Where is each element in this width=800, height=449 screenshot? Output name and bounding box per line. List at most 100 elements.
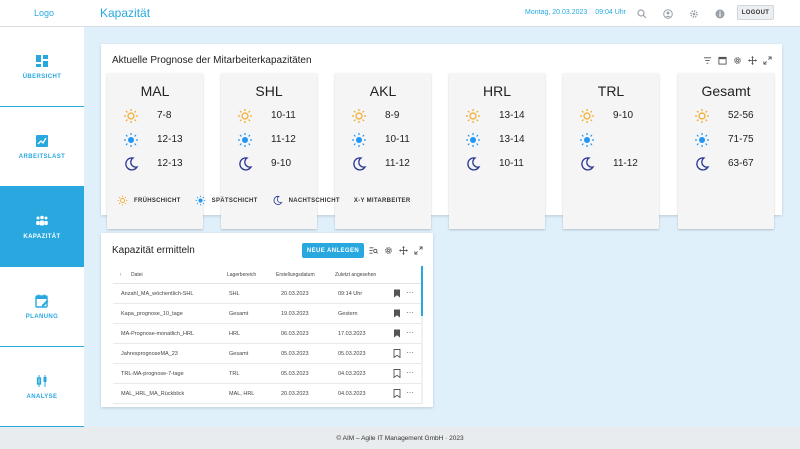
forecast-card: Aktuelle Prognose der Mitarbeiterkapazit… <box>101 44 782 229</box>
bookmark-filled-icon[interactable] <box>393 329 401 338</box>
sun-filled-icon <box>579 132 595 148</box>
sidebar-item-label: ANALYSE <box>26 393 58 400</box>
settings-icon[interactable] <box>383 245 393 255</box>
sidebar-item-label: KAPAZITÄT <box>23 233 61 240</box>
expand-icon[interactable] <box>762 55 772 65</box>
forecast-row-early: 8-9 <box>335 108 431 124</box>
search-icon[interactable] <box>636 8 647 19</box>
account-icon[interactable] <box>662 8 673 19</box>
bookmark-icon[interactable] <box>393 349 401 359</box>
candlestick-icon <box>36 374 47 387</box>
area-cell: MAL, HRL <box>229 391 255 397</box>
moon-icon <box>465 156 481 172</box>
moon-icon <box>123 156 139 172</box>
table-scrollbar-thumb[interactable] <box>421 266 423 316</box>
sun-icon <box>123 108 139 124</box>
bookmark-icon[interactable] <box>393 369 401 379</box>
viewed-cell: 17.03.2023 <box>338 331 366 337</box>
search-list-icon[interactable] <box>368 245 378 255</box>
created-cell: 20.03.2023 <box>281 291 309 297</box>
legend-night-label: NACHTSCHICHT <box>288 197 340 204</box>
more-options-icon[interactable]: ··· <box>406 348 414 357</box>
table-row[interactable]: Anzahl_MA_wöchentlich-SHL SHL 20.03.2023 09… <box>113 284 421 304</box>
column-header-viewed[interactable]: Zuletzt angesehen <box>335 272 376 278</box>
more-options-icon[interactable]: ··· <box>406 328 414 337</box>
settings-icon[interactable] <box>732 55 742 65</box>
sidebar-item-analyse[interactable]: ANALYSE <box>0 347 84 427</box>
file-cell: JahresprognoseMA_23 <box>121 351 178 357</box>
area-cell: TRL <box>229 371 240 377</box>
forecast-value: 10-11 <box>385 134 410 145</box>
calendar-icon[interactable] <box>717 55 727 65</box>
calendar-edit-icon <box>35 294 49 308</box>
legend-staff-label: X-Y MITARBEITER <box>353 197 411 204</box>
sort-arrow-icon[interactable]: ↑ <box>119 272 122 278</box>
logout-button[interactable]: LOGOUT <box>737 5 774 20</box>
move-icon[interactable] <box>398 245 408 255</box>
sidebar: ÜBERSICHT ARBEITSLAST KAPAZITÄT PLANUNG … <box>0 27 84 427</box>
logo[interactable]: Logo <box>34 8 54 18</box>
forecast-toolbar <box>702 55 772 65</box>
table-row[interactable]: TRL-MA-prognose-7-tage TRL 05.03.2023 04.03… <box>113 364 421 384</box>
forecast-row-late: 12-13 <box>107 132 203 148</box>
created-cell: 05.03.2023 <box>281 371 309 377</box>
viewed-cell: 04.03.2023 <box>338 391 366 397</box>
legend-night: NACHTSCHICHT <box>272 195 340 206</box>
sidebar-item-planung[interactable]: PLANUNG <box>0 267 84 347</box>
sun-filled-icon <box>694 132 710 148</box>
created-cell: 19.03.2023 <box>281 311 309 317</box>
sun-icon <box>579 108 595 124</box>
bookmark-filled-icon[interactable] <box>393 309 401 318</box>
column-header-area[interactable]: Lagerbereich <box>227 272 256 278</box>
forecast-value: 13-14 <box>499 110 525 121</box>
moon-icon <box>579 156 595 172</box>
forecast-value: 9-10 <box>613 110 634 121</box>
forecast-row-early: 13-14 <box>449 108 545 124</box>
more-options-icon[interactable]: ··· <box>406 288 414 297</box>
viewed-cell: Gestern <box>338 311 358 317</box>
more-options-icon[interactable]: ··· <box>406 368 414 377</box>
table-row[interactable]: JahresprognoseMA_23 Gesamt 05.03.2023 05.03… <box>113 344 421 364</box>
forecast-row-early: 52-56 <box>678 108 774 124</box>
forecast-column: TRL 9-10 11-12 <box>563 73 659 229</box>
moon-icon <box>694 156 710 172</box>
created-cell: 05.03.2023 <box>281 351 309 357</box>
forecast-row-night: 10-11 <box>449 156 545 172</box>
column-header-file[interactable]: Datei <box>131 272 143 278</box>
forecast-value: 7-8 <box>157 110 172 121</box>
filter-icon[interactable] <box>702 55 712 65</box>
app-header: Logo Kapazität Montag, 20.03.2023 09:04 … <box>0 0 800 27</box>
info-icon[interactable] <box>714 8 725 19</box>
bookmark-icon[interactable] <box>393 389 401 399</box>
bookmark-filled-icon[interactable] <box>393 289 401 298</box>
sidebar-item-kapazitaet[interactable]: KAPAZITÄT <box>0 187 84 267</box>
page-title: Kapazität <box>100 6 151 20</box>
more-options-icon[interactable]: ··· <box>406 308 414 317</box>
forecast-value: 11-12 <box>385 158 410 169</box>
table-row[interactable]: Kapa_prognose_10_tage Gesamt 19.03.2023 Ges… <box>113 304 421 324</box>
table-row[interactable]: MA-Prognose-monatlich_HRL HRL 06.03.2023 17… <box>113 324 421 344</box>
sidebar-item-arbeitslast[interactable]: ARBEITSLAST <box>0 107 84 187</box>
file-cell: Anzahl_MA_wöchentlich-SHL <box>121 291 194 297</box>
date-time: Montag, 20.03.2023 09:04 Uhr <box>525 9 632 16</box>
moon-icon <box>273 195 283 205</box>
viewed-cell: 04.03.2023 <box>338 371 366 377</box>
legend-early-label: FRÜHSCHICHT <box>134 197 181 204</box>
table-row[interactable]: MAL_HRL_MA_Rückblick MAL, HRL 20.03.2023 04… <box>113 384 421 404</box>
expand-icon[interactable] <box>413 245 423 255</box>
table-body: Anzahl_MA_wöchentlich-SHL SHL 20.03.2023 09… <box>113 284 421 404</box>
forecast-row-night: 63-67 <box>678 156 774 172</box>
sun-icon <box>351 108 367 124</box>
new-entry-button[interactable]: NEUE ANLEGEN <box>302 243 364 258</box>
move-icon[interactable] <box>747 55 757 65</box>
column-header-created[interactable]: Erstellungsdatum <box>276 272 315 278</box>
legend-late: SPÄTSCHICHT <box>195 195 258 206</box>
more-options-icon[interactable]: ··· <box>406 388 414 397</box>
moon-icon <box>351 156 367 172</box>
sun-filled-icon <box>195 195 205 206</box>
settings-icon[interactable] <box>688 8 699 19</box>
sun-filled-icon <box>465 132 481 148</box>
sun-filled-icon <box>351 132 367 148</box>
sidebar-item-uebersicht[interactable]: ÜBERSICHT <box>0 27 84 107</box>
forecast-row-early: 10-11 <box>221 108 317 124</box>
